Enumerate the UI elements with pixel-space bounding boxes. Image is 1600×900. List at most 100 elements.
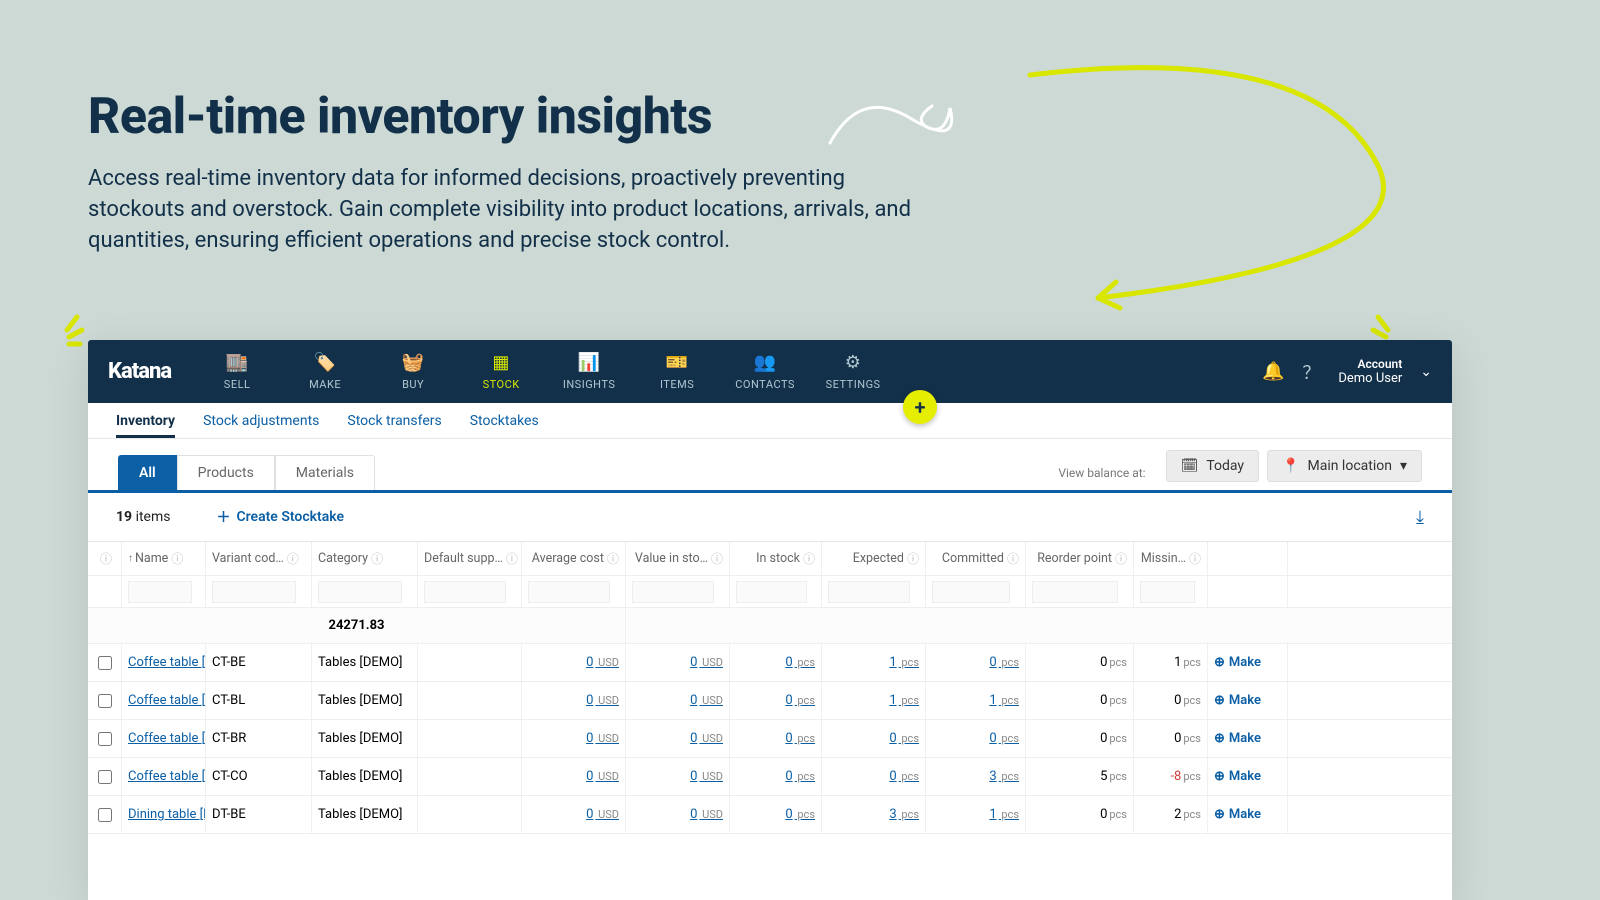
nav-make[interactable]: 🏷️MAKE [281, 340, 369, 403]
value-link[interactable]: 0 USD [690, 655, 723, 670]
account-label: Account [1338, 357, 1402, 371]
row-checkbox[interactable] [98, 694, 112, 708]
reorder-cell: 0 pcs [1026, 796, 1134, 833]
filter-category[interactable] [318, 581, 402, 603]
filter-supplier[interactable] [424, 581, 506, 603]
avgcost-link[interactable]: 0 USD [586, 655, 619, 670]
tab-stocktakes[interactable]: Stocktakes [470, 413, 539, 429]
col-name[interactable]: ↑Nameⓘ [122, 542, 206, 575]
item-name-link[interactable]: Coffee table [D [128, 655, 206, 670]
brand-logo[interactable]: Katana [88, 340, 193, 403]
avgcost-link[interactable]: 0 USD [586, 807, 619, 822]
committed-link[interactable]: 0 pcs [989, 655, 1019, 670]
instock-link[interactable]: 0 pcs [785, 693, 815, 708]
committed-link[interactable]: 1 pcs [989, 693, 1019, 708]
nav-contacts[interactable]: 👥CONTACTS [721, 340, 809, 403]
filter-variant[interactable] [212, 581, 296, 603]
avgcost-link[interactable]: 0 USD [586, 731, 619, 746]
item-name-link[interactable]: Coffee table [D [128, 769, 206, 784]
col-missing[interactable]: Missin…ⓘ [1134, 542, 1208, 575]
value-link[interactable]: 0 USD [690, 731, 723, 746]
expected-link[interactable]: 1 pcs [889, 693, 919, 708]
chevron-down-icon[interactable]: ⌄ [1420, 364, 1432, 380]
col-value[interactable]: Value in sto…ⓘ [626, 542, 730, 575]
info-icon[interactable]: ⓘ [100, 550, 112, 567]
tab-stock-adjustments[interactable]: Stock adjustments [203, 413, 319, 429]
make-button[interactable]: ⊕Make [1214, 731, 1261, 746]
help-icon[interactable]: ？ [1302, 359, 1320, 385]
create-stocktake-button[interactable]: ＋Create Stocktake [216, 507, 344, 527]
tab-inventory[interactable]: Inventory [116, 413, 175, 438]
pill-all[interactable]: All [118, 455, 177, 490]
col-expected[interactable]: Expectedⓘ [822, 542, 926, 575]
item-name-link[interactable]: Coffee table [D [128, 693, 206, 708]
make-button[interactable]: ⊕Make [1214, 769, 1261, 784]
value-link[interactable]: 0 USD [690, 769, 723, 784]
filter-missing[interactable] [1140, 581, 1195, 603]
filter-instock[interactable] [736, 581, 807, 603]
tab-stock-transfers[interactable]: Stock transfers [347, 413, 441, 429]
committed-link[interactable]: 0 pcs [989, 731, 1019, 746]
expected-link[interactable]: 1 pcs [889, 655, 919, 670]
committed-link[interactable]: 3 pcs [989, 769, 1019, 784]
row-checkbox[interactable] [98, 656, 112, 670]
people-icon: 👥 [754, 352, 777, 373]
filter-avgcost[interactable] [528, 581, 610, 603]
committed-link[interactable]: 1 pcs [989, 807, 1019, 822]
col-instock[interactable]: In stockⓘ [730, 542, 822, 575]
total-value: 24271.83 [88, 608, 626, 643]
expected-link[interactable]: 0 pcs [889, 769, 919, 784]
value-link[interactable]: 0 USD [690, 807, 723, 822]
nav-insights[interactable]: 📊INSIGHTS [545, 340, 633, 403]
expected-link[interactable]: 0 pcs [889, 731, 919, 746]
col-reorder[interactable]: Reorder pointⓘ [1026, 542, 1134, 575]
col-variant[interactable]: Variant cod…ⓘ [206, 542, 312, 575]
instock-link[interactable]: 0 pcs [785, 655, 815, 670]
nav-label: BUY [402, 378, 424, 391]
filter-name[interactable] [128, 581, 192, 603]
instock-link[interactable]: 0 pcs [785, 731, 815, 746]
nav-buy[interactable]: 🧺BUY [369, 340, 457, 403]
nav-items[interactable]: 🎫ITEMS [633, 340, 721, 403]
download-button[interactable]: ⤓ [1416, 507, 1424, 528]
caret-down-icon: ▾ [1400, 458, 1407, 474]
row-checkbox[interactable] [98, 808, 112, 822]
filter-committed[interactable] [932, 581, 1010, 603]
filter-expected[interactable] [828, 581, 910, 603]
filter-value[interactable] [632, 581, 714, 603]
nav-sell[interactable]: 🏬SELL [193, 340, 281, 403]
col-category[interactable]: Categoryⓘ [312, 542, 418, 575]
table-row: Coffee table [D CT-BE Tables [DEMO] 0 US… [88, 644, 1452, 682]
col-avgcost[interactable]: Average costⓘ [522, 542, 626, 575]
col-committed[interactable]: Committedⓘ [926, 542, 1026, 575]
make-icon: ⊕ [1214, 655, 1225, 670]
bell-icon[interactable]: 🔔 [1262, 361, 1284, 382]
row-checkbox[interactable] [98, 770, 112, 784]
avgcost-link[interactable]: 0 USD [586, 693, 619, 708]
instock-link[interactable]: 0 pcs [785, 769, 815, 784]
avgcost-link[interactable]: 0 USD [586, 769, 619, 784]
add-fab-button[interactable]: + [903, 390, 937, 424]
pill-materials[interactable]: Materials [275, 455, 375, 490]
col-actions [1208, 542, 1288, 575]
item-name-link[interactable]: Dining table [D [128, 807, 206, 822]
nav-settings[interactable]: ⚙SETTINGS [809, 340, 897, 403]
today-button[interactable]: 🗓Today [1166, 450, 1259, 482]
item-name-link[interactable]: Coffee table [D [128, 731, 206, 746]
nav-items: 🏬SELL 🏷️MAKE 🧺BUY ▦STOCK 📊INSIGHTS 🎫ITEM… [193, 340, 897, 403]
reorder-cell: 0 pcs [1026, 720, 1134, 757]
account-menu[interactable]: Account Demo User [1338, 357, 1402, 387]
col-supplier[interactable]: Default supp…ⓘ [418, 542, 522, 575]
value-link[interactable]: 0 USD [690, 693, 723, 708]
make-button[interactable]: ⊕Make [1214, 693, 1261, 708]
instock-link[interactable]: 0 pcs [785, 807, 815, 822]
expected-link[interactable]: 3 pcs [889, 807, 919, 822]
row-checkbox[interactable] [98, 732, 112, 746]
filter-reorder[interactable] [1032, 581, 1118, 603]
nav-stock[interactable]: ▦STOCK [457, 340, 545, 403]
make-button[interactable]: ⊕Make [1214, 807, 1261, 822]
hero-body: Access real-time inventory data for info… [88, 164, 918, 256]
make-button[interactable]: ⊕Make [1214, 655, 1261, 670]
location-button[interactable]: 📍Main location▾ [1267, 450, 1422, 482]
pill-products[interactable]: Products [177, 455, 275, 490]
